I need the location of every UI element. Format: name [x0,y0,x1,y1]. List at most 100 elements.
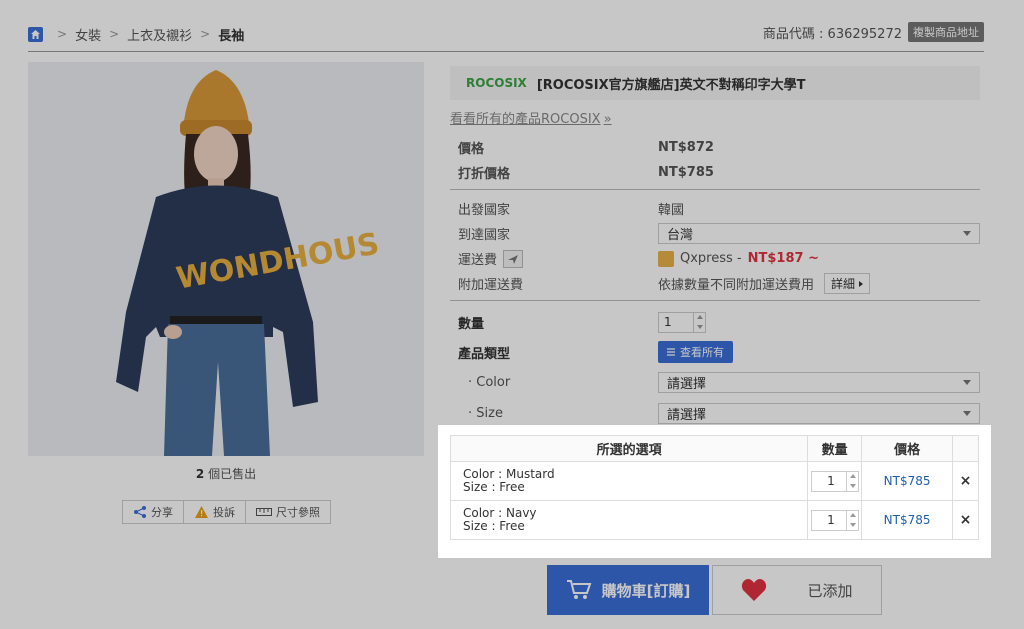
sold-count: 2 個已售出 [28,465,424,482]
product-type-row: 產品類型 查看所有 [450,337,980,367]
increment-icon[interactable] [849,513,856,518]
decrement-icon[interactable] [849,483,856,488]
breadcrumb: > 女裝 > 上衣及襯衫 > 長袖 [28,24,244,44]
product-code: 商品代碼 : 636295272 [762,26,902,42]
price-label: 價格 [458,142,485,157]
quantity-stepper[interactable]: 1 [658,311,706,333]
size-select[interactable]: 請選擇 [658,403,980,424]
copy-url-button[interactable]: 複製商品地址 [908,22,984,42]
product-title: [ROCOSIX官方旗艦店]英文不對稱印字大學T [536,77,806,93]
view-all-label: 查看所有 [680,346,724,359]
product-type-label: 產品類型 [458,346,511,362]
color-placeholder: 請選擇 [667,377,707,392]
cart-label: 購物車[訂購] [601,581,691,600]
sold-count-number: 2 [195,467,205,481]
decrement-icon[interactable] [696,324,703,329]
view-all-button[interactable]: 查看所有 [658,341,733,363]
warning-icon [195,506,208,518]
quantity-row: 數量 1 [450,307,980,337]
breadcrumb-separator: > [109,27,120,41]
increment-icon[interactable] [849,474,856,479]
breadcrumb-item-tops[interactable]: 上衣及襯衫 [127,25,192,44]
favorite-label: 已添加 [807,581,853,600]
detail-button[interactable]: 詳細 [824,273,871,294]
product-image[interactable]: WONDHOUS [28,62,424,456]
selected-options-panel: 所選的選項 數量 價格 Color : Mustard Size : Free … [438,425,991,558]
extra-shipping-row: 附加運送費 依據數量不同附加運送費用 詳細 [450,271,980,296]
shipping-fee-label: 運送費 [458,253,498,268]
header-option: 所選的選項 [449,435,809,462]
row-quantity-value: 1 [827,513,835,527]
remove-icon[interactable]: × [952,500,979,540]
size-label: · Size [468,406,503,421]
quantity-stepper[interactable]: 1 [811,509,860,531]
home-icon[interactable] [28,26,43,42]
origin-value: 韓國 [658,203,685,218]
list-icon [667,348,675,356]
breadcrumb-separator: > [200,27,211,41]
report-button[interactable]: 投訴 [184,501,246,523]
destination-select[interactable]: 台灣 [658,223,980,244]
divider [450,300,980,301]
breadcrumb-separator: > [57,27,68,41]
carrier-name: Qxpress - [680,251,742,266]
destination-label: 到達國家 [458,228,511,243]
breadcrumb-item-women[interactable]: 女裝 [75,25,101,44]
ruler-icon [256,508,272,516]
color-row: · Color 請選擇 [450,367,980,398]
extra-shipping-label: 附加運送費 [458,278,524,293]
origin-label: 出發國家 [458,203,511,218]
action-bar: 分享 投訴 尺寸參照 [122,500,331,524]
discount-label: 打折價格 [458,167,511,182]
airplane-icon[interactable] [503,249,524,268]
remove-icon[interactable]: × [952,461,979,501]
option-cell: Color : Mustard Size : Free [449,461,809,501]
option-cell: Color : Navy Size : Free [449,500,809,540]
brand-name[interactable]: ROCOSIX [466,76,527,90]
discount-value: NT$785 [658,165,714,180]
chevron-down-icon [963,231,971,236]
header-remove [952,435,979,462]
sold-count-suffix: 個已售出 [208,467,257,481]
quantity-value: 1 [664,315,672,329]
qty-cell: 1 [807,461,863,501]
size-guide-label: 尺寸參照 [276,506,320,519]
discount-row: 打折價格 NT$785 [450,160,980,185]
divider [28,51,984,52]
color-label: · Color [468,375,511,390]
shipping-fee-value: NT$187 ~ [747,251,819,266]
qty-cell: 1 [807,500,863,540]
package-icon [658,250,674,267]
color-select[interactable]: 請選擇 [658,372,980,393]
row-quantity-value: 1 [827,474,835,488]
selected-options-table: 所選的選項 數量 價格 Color : Mustard Size : Free … [449,435,979,540]
header-qty: 數量 [807,435,863,462]
price-row: 價格 NT$872 [450,135,980,160]
share-icon [134,506,146,518]
share-button[interactable]: 分享 [123,501,184,523]
option-size: Size : Free [463,480,525,494]
row-price: NT$785 [861,500,954,540]
product-code-area: 商品代碼 : 636295272 複製商品地址 [763,22,984,42]
add-to-cart-button[interactable]: 購物車[訂購] [547,565,709,615]
extra-shipping-value: 依據數量不同附加運送費用 [658,278,815,293]
breadcrumb-item-longsleeve[interactable]: 長袖 [218,25,244,44]
origin-row: 出發國家 韓國 [450,196,980,221]
size-guide-button[interactable]: 尺寸參照 [246,501,330,523]
chevron-down-icon [963,411,971,416]
table-row: Color : Navy Size : Free 1 NT$785 × [449,500,979,540]
quantity-label: 數量 [458,316,485,332]
share-label: 分享 [151,506,173,519]
favorite-button[interactable]: 已添加 [712,565,882,615]
decrement-icon[interactable] [849,522,856,527]
chevron-down-icon [963,380,971,385]
all-products-label: 看看所有的產品ROCOSIX [450,112,601,127]
all-products-arrow: » [603,112,612,127]
destination-row: 到達國家 台灣 [450,221,980,246]
all-products-link[interactable]: 看看所有的產品ROCOSIX» [450,108,980,127]
cart-icon [566,580,592,599]
quantity-stepper[interactable]: 1 [811,470,860,492]
increment-icon[interactable] [696,315,703,320]
row-price: NT$785 [861,461,954,501]
price-value: NT$872 [658,140,714,155]
